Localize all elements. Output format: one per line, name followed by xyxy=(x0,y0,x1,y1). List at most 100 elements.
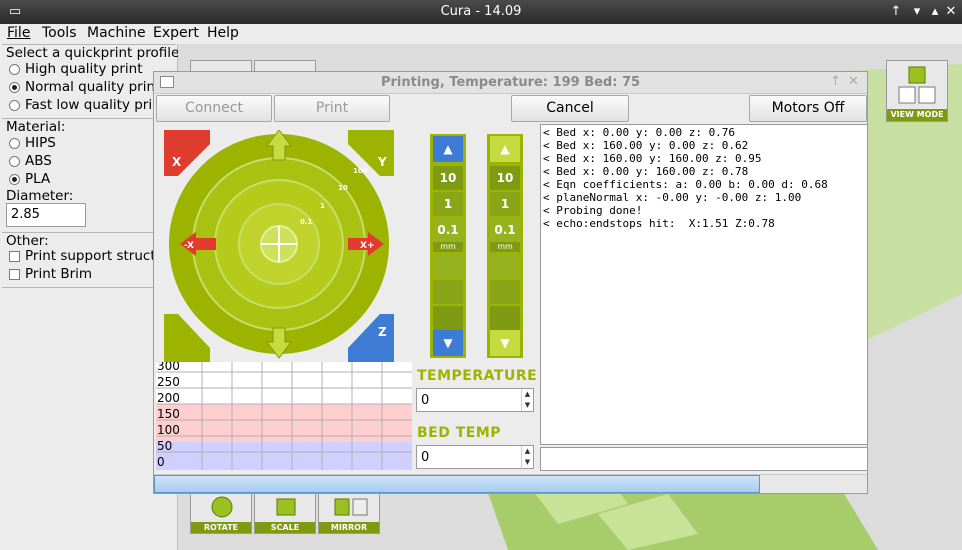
radio-pla[interactable] xyxy=(9,174,20,185)
log-line: < Probing done! xyxy=(543,204,643,217)
log-line: < Bed x: 0.00 y: 0.00 z: 0.76 xyxy=(543,126,736,139)
dialog-titlebar: Printing, Temperature: 199 Bed: 75 ↑ ✕ xyxy=(154,72,867,94)
profile-label-fast[interactable]: Fast low quality print xyxy=(25,97,166,113)
view-mode-button[interactable]: VIEW MODE xyxy=(886,60,948,122)
radio-hips[interactable] xyxy=(9,138,20,149)
temperature-graph: 300 250 200 150 100 50 0 xyxy=(156,362,412,470)
menu-tools[interactable]: Tools xyxy=(42,25,77,41)
svg-text:Y: Y xyxy=(377,155,387,169)
e-step-1[interactable]: 1 xyxy=(490,192,520,216)
e-step-10[interactable]: 10 xyxy=(490,166,520,190)
bed-temp-up-icon[interactable]: ▲ xyxy=(521,446,533,457)
temperature-label: TEMPERATURE xyxy=(417,368,538,384)
window-titlebar: ▭ Cura - 14.09 ↑ ▾ ▴ ✕ xyxy=(0,0,962,24)
mirror-icon xyxy=(334,498,368,516)
material-label-hips[interactable]: HIPS xyxy=(25,135,56,151)
radio-abs[interactable] xyxy=(9,156,20,167)
close-icon[interactable]: ✕ xyxy=(942,3,960,21)
print-button[interactable]: Print xyxy=(274,95,390,122)
menu-help[interactable]: Help xyxy=(207,25,239,41)
bed-temp-down-icon[interactable]: ▼ xyxy=(521,457,533,468)
command-input[interactable] xyxy=(540,447,868,471)
svg-text:X: X xyxy=(172,155,182,169)
svg-text:-X: -X xyxy=(184,241,194,251)
z-step-1-down[interactable] xyxy=(433,280,463,304)
xy-jog-control[interactable]: X Y Z -X X+ 0.1 1 10 100 xyxy=(164,130,394,362)
other-heading: Other: xyxy=(6,233,49,249)
motors-off-button[interactable]: Motors Off xyxy=(749,95,867,122)
z-step-10-down[interactable] xyxy=(433,306,463,330)
graph-label-250: 250 xyxy=(157,375,180,389)
svg-text:Z: Z xyxy=(378,325,387,339)
z-step-01[interactable]: 0.1 xyxy=(433,218,463,242)
cancel-button[interactable]: Cancel xyxy=(511,95,629,122)
menu-bar: File Tools Machine Expert Help xyxy=(0,24,962,44)
ring-step-10: 10 xyxy=(338,184,348,192)
temperature-input[interactable]: 0 ▲ ▼ xyxy=(416,388,534,412)
e-step-01[interactable]: 0.1 xyxy=(490,218,520,242)
radio-normal-quality[interactable] xyxy=(9,82,20,93)
e-step-01-down[interactable] xyxy=(490,254,520,278)
z-up-arrow-icon[interactable]: ▲ xyxy=(433,136,463,162)
menu-file[interactable]: File xyxy=(7,25,30,41)
scale-tool-button[interactable]: SCALE xyxy=(254,492,316,534)
z-step-10[interactable]: 10 xyxy=(433,166,463,190)
temperature-down-icon[interactable]: ▼ xyxy=(521,400,533,411)
log-line: < echo:endstops hit: X:1.51 Z:0.78 xyxy=(543,217,775,230)
graph-label-0: 0 xyxy=(157,455,165,469)
scale-label: SCALE xyxy=(255,522,315,533)
radio-high-quality[interactable] xyxy=(9,64,20,75)
z-down-arrow-icon[interactable]: ▼ xyxy=(433,330,463,356)
e-down-arrow-icon[interactable]: ▼ xyxy=(490,330,520,356)
log-line: < Bed x: 0.00 y: 160.00 z: 0.78 xyxy=(543,165,749,178)
printing-dialog: Printing, Temperature: 199 Bed: 75 ↑ ✕ C… xyxy=(153,71,868,494)
material-label-pla[interactable]: PLA xyxy=(25,171,50,187)
z-jog-control: ▲ 10 1 0.1 mm ▼ xyxy=(430,134,466,358)
menu-machine[interactable]: Machine xyxy=(87,25,146,41)
z-unit-label: mm xyxy=(433,242,463,252)
e-step-10-down[interactable] xyxy=(490,306,520,330)
z-step-01-down[interactable] xyxy=(433,254,463,278)
keep-above-icon[interactable]: ↑ xyxy=(887,3,905,21)
connect-button[interactable]: Connect xyxy=(156,95,272,122)
mirror-label: MIRROR xyxy=(319,522,379,533)
graph-label-100: 100 xyxy=(157,423,180,437)
bed-temp-value: 0 xyxy=(421,450,430,465)
checkbox-brim[interactable] xyxy=(9,269,20,280)
scale-icon xyxy=(276,498,296,516)
progress-fill xyxy=(154,475,761,493)
graph-label-150: 150 xyxy=(157,407,180,421)
brim-label[interactable]: Print Brim xyxy=(25,266,92,282)
print-progress-bar xyxy=(154,474,867,493)
graph-label-300: 300 xyxy=(157,362,180,373)
ring-step-01: 0.1 xyxy=(300,218,313,226)
dialog-close-icon[interactable]: ✕ xyxy=(848,74,859,89)
e-step-1-down[interactable] xyxy=(490,280,520,304)
profile-label-high[interactable]: High quality print xyxy=(25,61,143,77)
diameter-label: Diameter: xyxy=(6,188,74,204)
bed-temp-input[interactable]: 0 ▲ ▼ xyxy=(416,445,534,469)
e-unit-label: mm xyxy=(490,242,520,252)
graph-label-50: 50 xyxy=(157,439,173,453)
minimize-icon[interactable]: ▾ xyxy=(908,3,926,21)
material-label-abs[interactable]: ABS xyxy=(25,153,52,169)
temperature-up-icon[interactable]: ▲ xyxy=(521,389,533,400)
dialog-title: Printing, Temperature: 199 Bed: 75 xyxy=(380,75,641,90)
z-step-1[interactable]: 1 xyxy=(433,192,463,216)
temperature-value: 0 xyxy=(421,393,430,408)
dialog-keep-above-icon[interactable]: ↑ xyxy=(830,74,841,89)
checkbox-support[interactable] xyxy=(9,251,20,262)
e-up-arrow-icon[interactable]: ▲ xyxy=(490,136,520,162)
radio-fast-low-quality[interactable] xyxy=(9,100,20,111)
view-mode-label: VIEW MODE xyxy=(887,109,947,121)
printer-log[interactable]: < Bed x: 0.00 y: 0.00 z: 0.76 < Bed x: 1… xyxy=(540,124,868,445)
menu-expert[interactable]: Expert xyxy=(153,25,199,41)
profile-label-normal[interactable]: Normal quality print xyxy=(25,79,160,95)
e-jog-control: ▲ 10 1 0.1 mm ▼ xyxy=(487,134,523,358)
diameter-input[interactable]: 2.85 xyxy=(6,203,86,227)
bed-temp-label: BED TEMP xyxy=(417,425,502,441)
graph-label-200: 200 xyxy=(157,391,180,405)
rotate-tool-button[interactable]: ROTATE xyxy=(190,492,252,534)
rotate-label: ROTATE xyxy=(191,522,251,533)
mirror-tool-button[interactable]: MIRROR xyxy=(318,492,380,534)
